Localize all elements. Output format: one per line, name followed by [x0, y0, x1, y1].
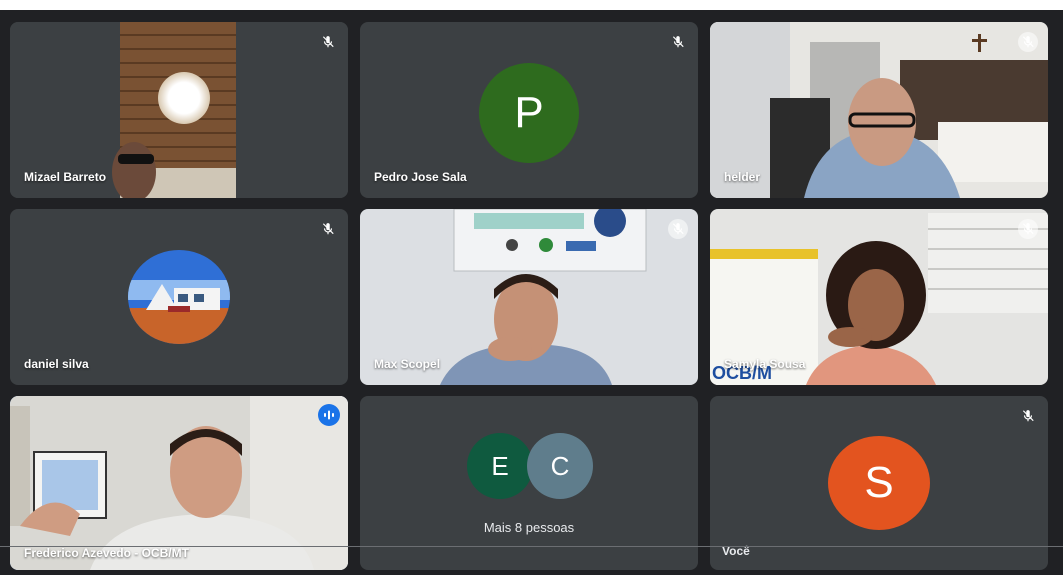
- video-feed: [10, 396, 348, 570]
- avatar: C: [527, 433, 593, 499]
- participant-name: Samyla Sousa: [724, 357, 806, 371]
- self-tile[interactable]: S Você: [710, 396, 1048, 570]
- participant-name: daniel silva: [24, 357, 89, 371]
- mic-off-icon: [318, 32, 338, 52]
- participant-tile-pedro[interactable]: P Pedro Jose Sala: [360, 22, 698, 198]
- participant-name: Max Scopel: [374, 357, 441, 371]
- participant-tile-helder[interactable]: helder: [710, 22, 1048, 198]
- mic-off-icon: [1018, 219, 1038, 239]
- mic-off-icon: [1018, 32, 1038, 52]
- participant-tile-mizael[interactable]: Mizael Barreto: [10, 22, 348, 198]
- divider: [0, 546, 1063, 547]
- avatar: [128, 250, 230, 344]
- participant-name: Frederico Azevedo - OCB/MT: [24, 546, 189, 560]
- avatar: S: [828, 436, 930, 530]
- avatar: E: [467, 433, 533, 499]
- speaking-indicator-icon: [318, 404, 340, 426]
- video-feed: [710, 22, 1048, 198]
- participant-tile-max[interactable]: Max Scopel: [360, 209, 698, 385]
- participant-tile-frederico[interactable]: Frederico Azevedo - OCB/MT: [10, 396, 348, 570]
- participant-name: Mizael Barreto: [24, 170, 107, 184]
- participant-name: helder: [724, 170, 761, 184]
- avatar: P: [479, 63, 579, 163]
- mic-off-icon: [318, 219, 338, 239]
- participant-tile-samyla[interactable]: OCB/M Samyla Sousa: [710, 209, 1048, 385]
- window-top-edge: [0, 0, 1063, 10]
- more-participants-label: Mais 8 pessoas: [483, 520, 575, 535]
- mic-off-icon: [668, 32, 688, 52]
- participant-tile-daniel[interactable]: daniel silva: [10, 209, 348, 385]
- participant-name: Pedro Jose Sala: [374, 170, 467, 184]
- mic-off-icon: [668, 219, 688, 239]
- more-participants-tile[interactable]: E C Mais 8 pessoas: [360, 396, 698, 570]
- mic-off-icon: [1018, 406, 1038, 426]
